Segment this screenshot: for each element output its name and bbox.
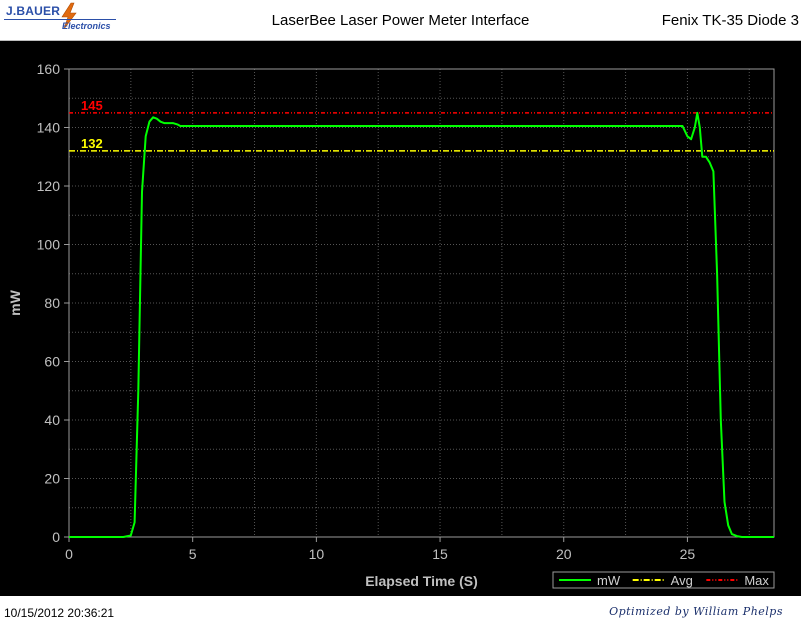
- footer-bar: 10/15/2012 20:36:21 Optimized by William…: [0, 596, 801, 626]
- legend-avg-label: Avg: [671, 573, 693, 588]
- credit-text: Optimized by William Phelps: [609, 605, 783, 618]
- grid-layer: [68, 68, 774, 538]
- mw-series-line: [69, 111, 774, 538]
- timestamp: 10/15/2012 20:36:21: [4, 606, 115, 620]
- power-chart: 0 20 40 60 80 100 120 140 160 0 5 10 15 20 25 Elapsed T…: [7, 61, 775, 589]
- avg-value-label: 132: [81, 136, 103, 151]
- x-tick-label: 10: [309, 546, 325, 562]
- y-tick-label: 40: [44, 412, 60, 428]
- y-tick-label: 120: [37, 178, 61, 194]
- x-tick-label: 20: [556, 546, 572, 562]
- y-axis-title: mW: [7, 289, 23, 315]
- x-axis-title: Elapsed Time (S): [365, 573, 478, 589]
- label-layer: 145 132: [81, 98, 103, 151]
- axis-layer: 0 20 40 60 80 100 120 140 160 0 5 10 15 20 25 Elapsed T…: [7, 61, 775, 589]
- y-tick-label: 60: [44, 354, 60, 370]
- x-tick-label: 0: [65, 546, 73, 562]
- reference-lines: [69, 112, 774, 152]
- y-tick-label: 20: [44, 471, 60, 487]
- header-bar: J.BAUER Electronics LaserBee Laser Power…: [0, 0, 801, 41]
- x-tick-label: 25: [680, 546, 696, 562]
- x-tick-label: 15: [432, 546, 448, 562]
- y-tick-label: 80: [44, 295, 60, 311]
- max-value-label: 145: [81, 98, 103, 113]
- legend-max-label: Max: [744, 573, 769, 588]
- y-tick-label: 140: [37, 120, 61, 136]
- y-tick-label: 0: [52, 529, 60, 545]
- chart-panel: 0 20 40 60 80 100 120 140 160 0 5 10 15 20 25 Elapsed T…: [0, 41, 801, 596]
- series-layer: [69, 111, 774, 538]
- legend-mw-label: mW: [597, 573, 621, 588]
- y-tick-label: 100: [37, 237, 61, 253]
- legend: mW Avg Max: [552, 571, 775, 589]
- y-tick-label: 160: [37, 61, 61, 77]
- device-subtitle: Fenix TK-35 Diode 3: [661, 12, 799, 29]
- x-tick-label: 5: [189, 546, 197, 562]
